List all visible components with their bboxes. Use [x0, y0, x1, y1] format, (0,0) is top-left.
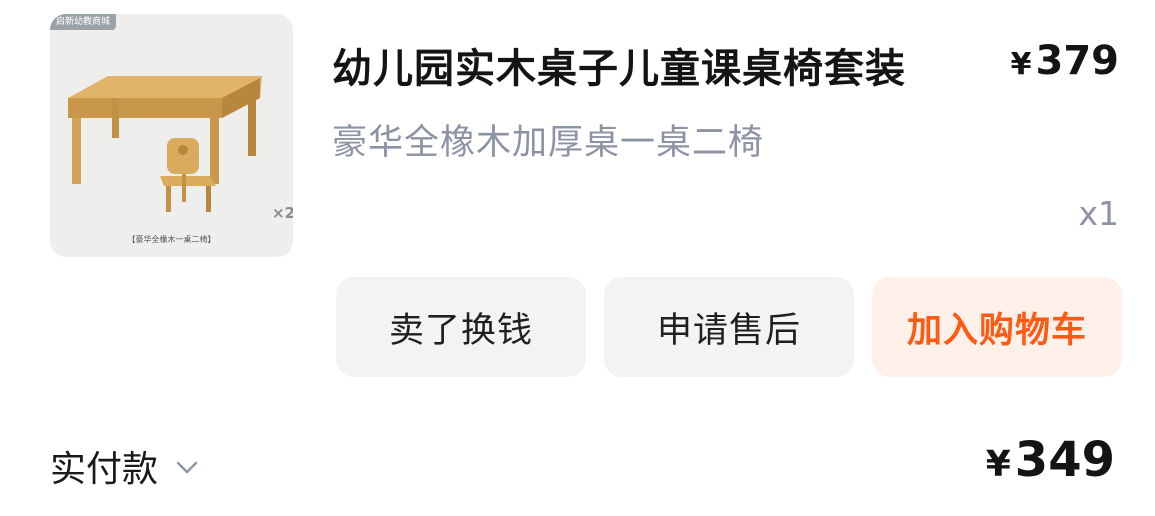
currency-symbol: ¥ [985, 444, 1011, 485]
actual-payment-label: 实付款 [50, 449, 159, 490]
price-value: 379 [1035, 38, 1120, 84]
add-to-cart-button[interactable]: 加入购物车 [872, 277, 1122, 377]
table-chair-illustration [68, 76, 262, 212]
product-spec: 豪华全橡木加厚桌一桌二椅 [332, 123, 765, 163]
after-sale-button[interactable]: 申请售后 [604, 277, 854, 377]
quantity: x1 [1078, 194, 1119, 233]
store-tag: 启新幼教商城 [50, 14, 117, 30]
product-title[interactable]: 幼儿园实木桌子儿童课桌椅套装 [332, 36, 906, 94]
product-image[interactable]: 启新幼教商城 ×2 【豪华全橡木一桌二椅】 [50, 14, 293, 257]
sell-button[interactable]: 卖了换钱 [336, 277, 586, 377]
actual-payment-toggle[interactable]: 实付款 [50, 440, 198, 492]
currency-symbol: ¥ [1010, 47, 1032, 82]
image-caption: 【豪华全橡木一桌二椅】 [127, 235, 216, 244]
actual-payment-amount: ¥349 [986, 432, 1115, 488]
unit-price: ¥379 [1011, 38, 1119, 84]
quantity-badge: ×2 [272, 204, 293, 222]
amount-value: 349 [1014, 432, 1115, 488]
chevron-down-icon [176, 461, 198, 474]
